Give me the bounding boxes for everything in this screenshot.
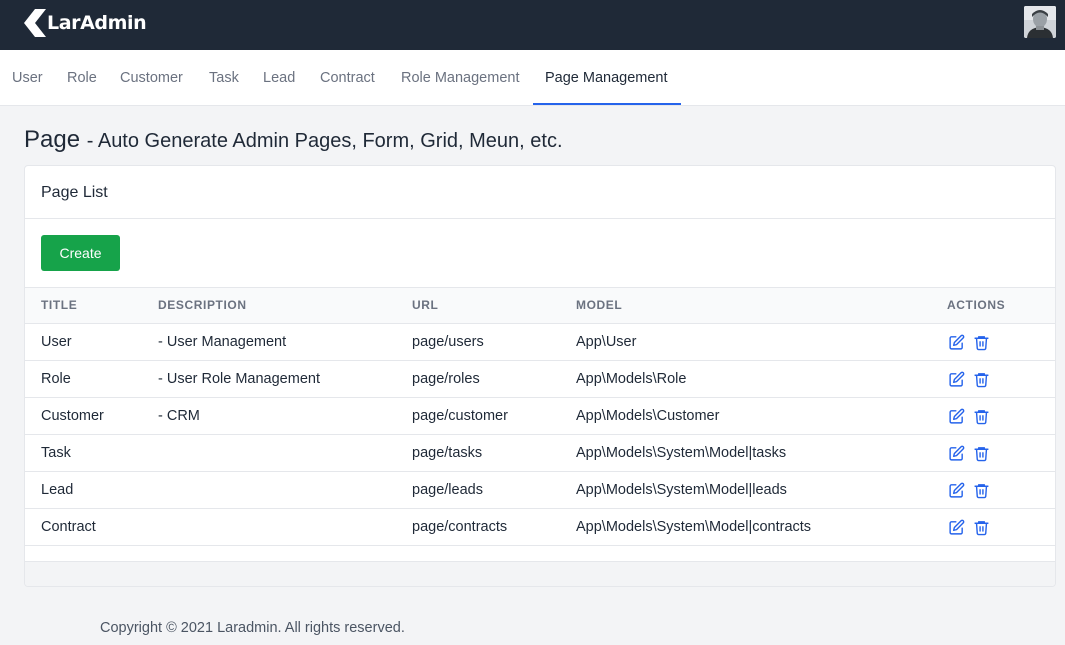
cell-description: - CRM [158, 408, 200, 424]
table-row: Lead page/leads App\Models\System\Model|… [25, 472, 1055, 509]
column-header-description[interactable]: DESCRIPTION [158, 288, 247, 323]
column-header-url[interactable]: URL [412, 288, 438, 323]
cell-model: App\Models\Role [576, 371, 687, 387]
active-tab-indicator [533, 103, 681, 105]
brand-logo[interactable]: LarAdmin [24, 8, 147, 38]
trash-icon[interactable] [973, 408, 990, 425]
card-footer [25, 561, 1055, 586]
cell-title: Customer [41, 408, 104, 424]
cell-url: page/leads [412, 482, 483, 498]
table-row: Customer - CRM page/customer App\Models\… [25, 398, 1055, 435]
cell-description: - User Role Management [158, 371, 320, 387]
nav-item-customer[interactable]: Customer [120, 50, 183, 106]
trash-icon[interactable] [973, 482, 990, 499]
trash-icon[interactable] [973, 519, 990, 536]
nav-item-role[interactable]: Role [67, 50, 97, 106]
cell-title: Task [41, 445, 71, 461]
copyright-text: Copyright © 2021 Laradmin. All rights re… [100, 620, 405, 636]
cell-model: App\Models\System\Model|leads [576, 482, 787, 498]
cell-url: page/customer [412, 408, 508, 424]
cell-model: App\Models\System\Model|tasks [576, 445, 787, 461]
column-header-model[interactable]: MODEL [576, 288, 622, 323]
cell-model: App\User [576, 334, 637, 350]
top-bar: LarAdmin [0, 0, 1065, 50]
laradmin-logo-icon [24, 9, 46, 37]
page-subtitle: - Auto Generate Admin Pages, Form, Grid,… [86, 130, 563, 152]
cell-description: - User Management [158, 334, 287, 350]
cell-title: Contract [41, 519, 96, 535]
cell-url: page/contracts [412, 519, 508, 535]
table-row: Contract page/contracts App\Models\Syste… [25, 509, 1055, 546]
trash-icon[interactable] [973, 445, 990, 462]
edit-icon[interactable] [948, 371, 965, 388]
create-button[interactable]: Create [41, 235, 120, 271]
cell-model: App\Models\Customer [576, 408, 720, 424]
card-header: Page List [25, 166, 1055, 219]
column-header-actions: ACTIONS [947, 298, 1006, 312]
main-nav: User Role Customer Task Lead Contract Ro… [0, 50, 1065, 106]
table-row: Task page/tasks App\Models\System\Model|… [25, 435, 1055, 472]
table-row: User - User Management page/users App\Us… [25, 324, 1055, 361]
user-avatar-icon [1024, 6, 1056, 38]
cell-url: page/users [412, 334, 484, 350]
edit-icon[interactable] [948, 482, 965, 499]
edit-icon[interactable] [948, 519, 965, 536]
cell-model: App\Models\System\Model|contracts [576, 519, 812, 535]
cell-title: User [41, 334, 72, 350]
card-title: Page List [41, 184, 108, 201]
page-title: Page - Auto Generate Admin Pages, Form, … [24, 126, 563, 154]
nav-item-user[interactable]: User [12, 50, 43, 106]
edit-icon[interactable] [948, 334, 965, 351]
page-list-card: Page List Create TITLE DESCRIPTION URL M… [24, 165, 1056, 587]
nav-item-page-management[interactable]: Page Management [545, 50, 668, 106]
cell-url: page/roles [412, 371, 480, 387]
avatar[interactable] [1024, 6, 1056, 38]
trash-icon[interactable] [973, 371, 990, 388]
nav-item-lead[interactable]: Lead [263, 50, 295, 106]
cell-title: Role [41, 371, 71, 387]
column-header-title[interactable]: TITLE [41, 288, 77, 323]
table-row: Role - User Role Management page/roles A… [25, 361, 1055, 398]
edit-icon[interactable] [948, 445, 965, 462]
nav-item-contract[interactable]: Contract [320, 50, 375, 106]
nav-item-task[interactable]: Task [209, 50, 239, 106]
table-header: TITLE DESCRIPTION URL MODEL ACTIONS [25, 287, 1055, 324]
page-title-main: Page [24, 126, 81, 153]
edit-icon[interactable] [948, 408, 965, 425]
nav-item-role-management[interactable]: Role Management [401, 50, 520, 106]
cell-url: page/tasks [412, 445, 483, 461]
cell-title: Lead [41, 482, 74, 498]
brand-name: LarAdmin [47, 12, 147, 34]
trash-icon[interactable] [973, 334, 990, 351]
